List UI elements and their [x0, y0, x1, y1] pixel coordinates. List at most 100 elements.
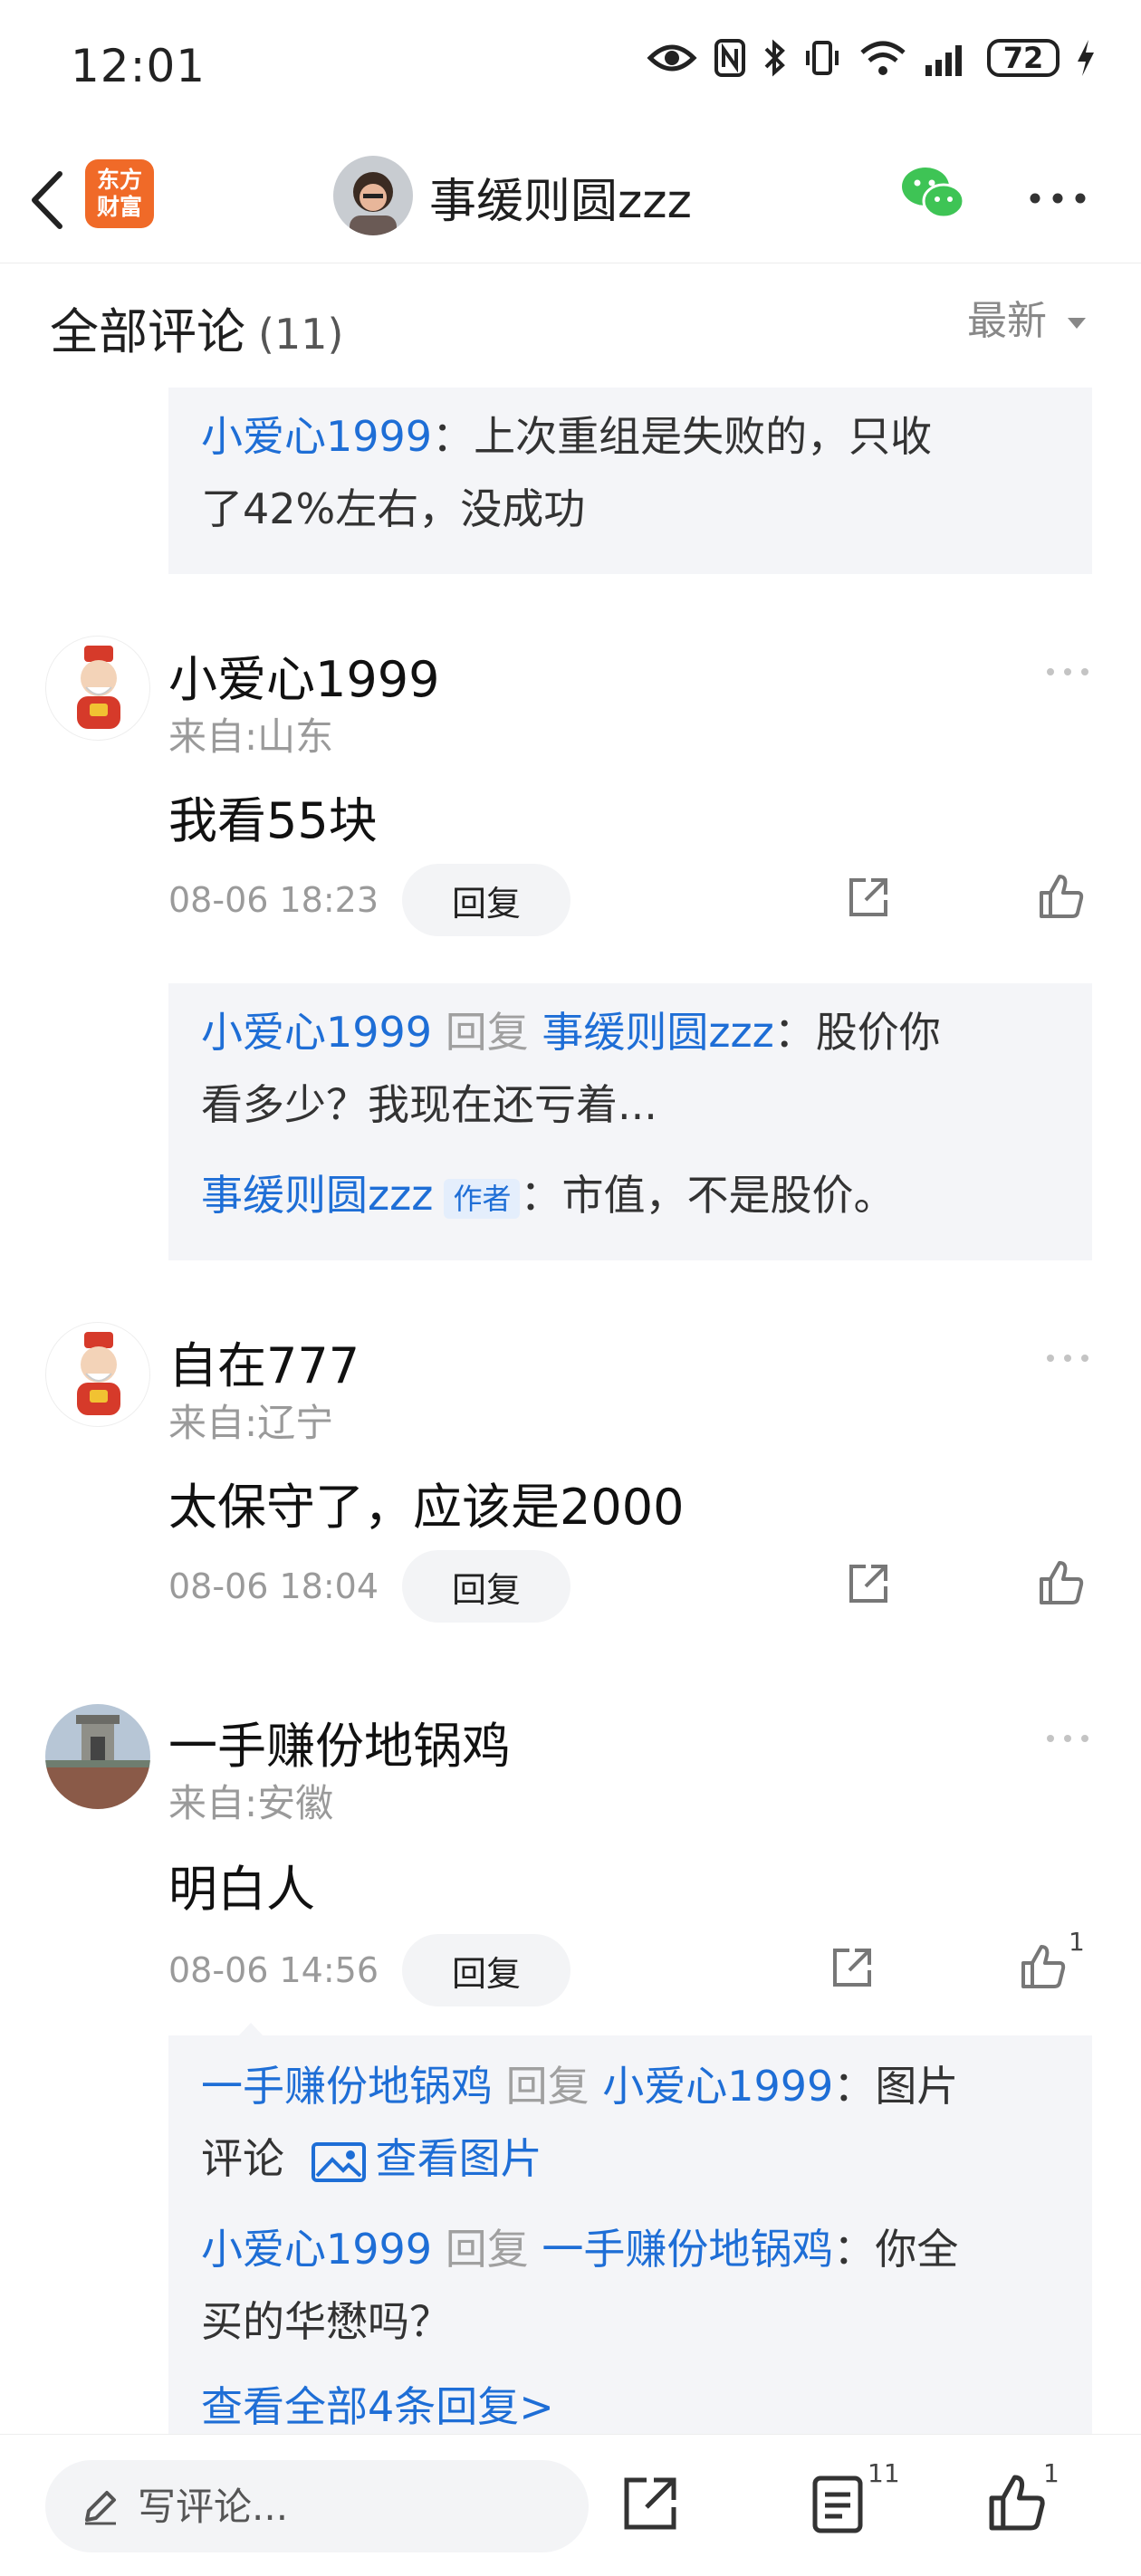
wechat-icon[interactable] — [898, 163, 967, 223]
brand-logo-top: 东方 — [96, 167, 142, 193]
comments-icon[interactable] — [811, 2475, 864, 2534]
bluetooth-icon — [764, 39, 785, 77]
reply-text-cont: 买的华懋吗？ — [201, 2297, 451, 2346]
reply-text-cont: 评论 — [201, 2134, 284, 2183]
reply-button[interactable]: 回复 — [402, 1550, 570, 1623]
signal-icon — [925, 45, 962, 76]
user-location: 来自:安徽 — [168, 1781, 334, 1825]
brand-logo[interactable]: 东方 财富 — [85, 159, 154, 228]
reply-line-cont: 看多少？我现在还亏着... — [201, 1068, 1070, 1141]
view-all-replies-link[interactable]: 查看全部4条回复> — [201, 2370, 1070, 2434]
user-location: 来自:辽宁 — [168, 1401, 334, 1445]
reply-button[interactable]: 回复 — [402, 1934, 570, 2006]
user-avatar[interactable] — [45, 636, 150, 741]
share-icon[interactable] — [846, 1561, 891, 1606]
reply-box: 小爱心1999：上次重组是失败的，只收 了42%左右，没成功 — [168, 388, 1092, 574]
view-image-label: 查看图片 — [375, 2134, 542, 2183]
image-icon — [311, 2141, 366, 2182]
like-icon[interactable] — [1038, 1559, 1085, 1606]
reply-text: ：上次重组是失败的，只收 — [432, 412, 933, 461]
more-menu-icon[interactable] — [1029, 192, 1087, 205]
reply-line[interactable]: 一手赚份地锅鸡 回复 小爱心1999：图片 — [201, 2050, 1070, 2122]
eye-icon — [647, 44, 697, 72]
sort-dropdown[interactable]: 最新 — [967, 288, 1087, 346]
user-avatar[interactable] — [45, 1322, 150, 1427]
pencil-icon — [85, 2491, 116, 2525]
comments-count: (11) — [258, 310, 344, 359]
reply-verb: 回复 — [505, 2062, 590, 2111]
comment-count-badge: 11 — [868, 2458, 900, 2488]
user-avatar[interactable] — [45, 1704, 150, 1809]
reply-user[interactable]: 小爱心1999 — [201, 412, 432, 461]
bottom-bar: 11 1 — [0, 2434, 1141, 2576]
comment-item: 一手赚份地锅鸡 来自:安徽 明白人 08-06 14:56 回复 1 一手赚份地… — [0, 1695, 1141, 2434]
share-icon[interactable] — [829, 1945, 875, 1990]
reply-line-cont: 评论 查看图片 — [201, 2122, 1070, 2195]
comment-time: 08-06 18:04 — [168, 1566, 379, 1606]
brand-logo-bottom: 财富 — [96, 194, 142, 220]
comments-heading: 全部评论 (11) — [50, 292, 343, 363]
reply-user[interactable]: 事缓则圆zzz — [201, 1171, 433, 1220]
user-name[interactable]: 自在777 — [168, 1326, 360, 1397]
reply-line[interactable]: 小爱心1999 回复 一手赚份地锅鸡：你全 — [201, 2213, 1070, 2285]
reply-line[interactable]: 小爱心1999：上次重组是失败的，只收 — [201, 400, 1070, 473]
comment-item: 小爱心1999 来自:山东 我看55块 08-06 18:23 回复 小爱心19… — [0, 625, 1141, 1277]
reply-line[interactable]: 事缓则圆zzz 作者 ：市值，不是股价。 — [201, 1159, 1070, 1231]
status-bar: 12:01 72 — [0, 0, 1141, 136]
comments-title: 全部评论 — [50, 303, 245, 360]
reply-box: 小爱心1999 回复 事缓则圆zzz：股价你 看多少？我现在还亏着... 事缓则… — [168, 983, 1092, 1260]
status-time: 12:01 — [71, 40, 206, 92]
reply-text-cont: 看多少？我现在还亏着... — [201, 1080, 657, 1129]
reply-target[interactable]: 小爱心1999 — [602, 2062, 833, 2111]
header-title[interactable]: 事缓则圆zzz — [429, 163, 692, 231]
reply-line[interactable]: 小爱心1999 回复 事缓则圆zzz：股价你 — [201, 996, 1070, 1068]
reply-user[interactable]: 小爱心1999 — [201, 1008, 432, 1057]
comment-text: 我看55块 — [168, 792, 378, 849]
comment-time: 08-06 14:56 — [168, 1950, 379, 1990]
reply-user[interactable]: 小爱心1999 — [201, 2225, 432, 2274]
reply-target[interactable]: 事缓则圆zzz — [542, 1008, 773, 1057]
nfc-icon — [714, 39, 745, 77]
battery-indicator: 72 — [987, 39, 1060, 77]
comment-item: 自在777 来自:辽宁 太保守了，应该是2000 08-06 18:04 回复 — [0, 1311, 1141, 1655]
more-icon[interactable] — [1045, 663, 1090, 681]
like-icon[interactable] — [1038, 873, 1085, 920]
like-count-badge: 1 — [1043, 2458, 1060, 2488]
reply-text-cont: 了42%左右，没成功 — [201, 484, 586, 533]
reply-text: ：你全 — [833, 2225, 959, 2274]
user-location: 来自:山东 — [168, 714, 334, 759]
reply-text: ：股价你 — [773, 1008, 941, 1057]
reply-target[interactable]: 一手赚份地锅鸡 — [542, 2225, 833, 2274]
app-header: 东方 财富 事缓则圆zzz — [0, 136, 1141, 263]
reply-line-cont: 了42%左右，没成功 — [201, 473, 1070, 545]
share-icon[interactable] — [621, 2475, 679, 2533]
author-tag: 作者 — [444, 1178, 521, 1219]
user-name[interactable]: 一手赚份地锅鸡 — [168, 1706, 511, 1777]
like-icon[interactable] — [987, 2473, 1047, 2533]
reply-button[interactable]: 回复 — [402, 864, 570, 936]
caret-down-icon — [1068, 318, 1086, 329]
reply-text: ：图片 — [833, 2062, 959, 2111]
vibrate-icon — [806, 41, 839, 75]
comment-input[interactable] — [136, 2483, 574, 2530]
reply-user[interactable]: 一手赚份地锅鸡 — [201, 2062, 493, 2111]
user-name[interactable]: 小爱心1999 — [168, 639, 439, 711]
comment-input-box[interactable] — [45, 2460, 589, 2552]
more-icon[interactable] — [1045, 1729, 1090, 1748]
charging-icon — [1078, 40, 1094, 76]
sort-label: 最新 — [967, 298, 1047, 344]
comment-text: 太保守了，应该是2000 — [168, 1479, 685, 1536]
more-icon[interactable] — [1045, 1349, 1090, 1367]
comment-time: 08-06 18:23 — [168, 880, 379, 920]
share-icon[interactable] — [846, 875, 891, 920]
reply-verb: 回复 — [445, 2225, 529, 2274]
view-image-link[interactable]: 查看图片 — [311, 2134, 542, 2183]
comment-text: 明白人 — [168, 1861, 315, 1918]
reply-verb: 回复 — [445, 1008, 529, 1057]
reply-line-cont: 买的华懋吗？ — [201, 2285, 1070, 2358]
reply-text: ：市值，不是股价。 — [520, 1171, 896, 1220]
author-avatar[interactable] — [333, 156, 413, 235]
back-icon[interactable] — [24, 168, 69, 232]
like-icon[interactable] — [1020, 1943, 1067, 1990]
status-icons: 72 — [647, 38, 1096, 78]
